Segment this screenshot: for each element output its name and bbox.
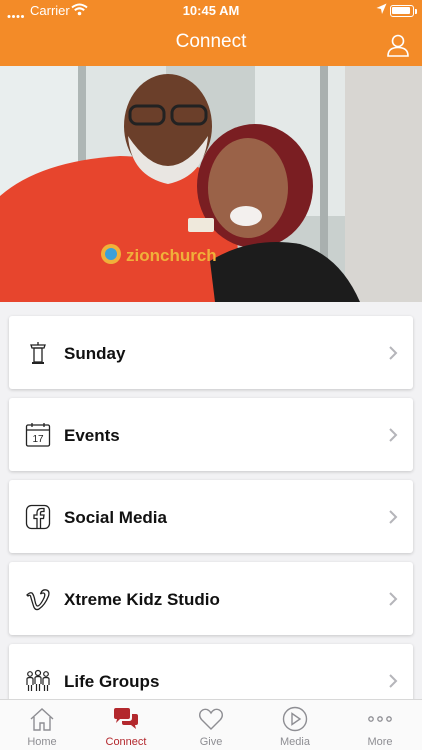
location-arrow-icon [376,3,387,18]
tab-label: Home [27,736,57,748]
chevron-right-icon [388,428,398,442]
menu-item-label: Xtreme Kidz Studio [64,590,220,609]
status-bar: Carrier 10:45 AM [0,0,422,22]
hero-logo-text: zionchurch [126,246,217,265]
home-icon [30,708,54,731]
chevron-right-icon [388,510,398,524]
tab-more[interactable]: More [338,700,422,750]
top-bar: Carrier 10:45 AM Connect [0,0,422,66]
tab-media[interactable]: Media [253,700,337,750]
menu-item-sunday[interactable]: Sunday [9,316,413,389]
more-dots-icon [368,716,392,722]
status-time: 10:45 AM [182,3,240,18]
battery-icon [390,5,414,17]
podium-icon [25,340,51,366]
chevron-right-icon [388,674,398,688]
heart-icon [199,708,223,730]
menu-item-label: Sunday [64,344,126,363]
chevron-right-icon [388,346,398,360]
menu-item-xtreme-kidz-studio[interactable]: Xtreme Kidz Studio [9,562,413,635]
calendar-day-text: 17 [32,434,44,445]
chat-bubbles-icon [114,708,138,729]
tab-home[interactable]: Home [0,700,84,750]
tab-connect[interactable]: Connect [84,700,168,750]
tab-label: Connect [105,736,147,748]
tab-label: Media [280,736,310,748]
menu-item-label: Life Groups [64,672,160,691]
people-group-icon [25,668,51,694]
play-circle-icon [282,706,308,732]
chevron-right-icon [388,592,398,606]
menu-item-label: Social Media [64,508,167,527]
hero-image: zionchurch [0,66,422,302]
battery-nub [415,9,417,14]
page-title: Connect [175,31,247,52]
connect-menu: Sunday 17 Events Social Media Xtreme Kid… [9,316,413,726]
menu-item-events[interactable]: 17 Events [9,398,413,471]
vimeo-icon [25,586,51,612]
menu-item-label: Events [64,426,120,445]
calendar-icon: 17 [25,422,51,448]
menu-item-social-media[interactable]: Social Media [9,480,413,553]
tab-bar: Home Connect Give Media More [0,699,422,750]
person-outline-icon[interactable] [386,33,410,57]
tab-label: Give [199,736,223,748]
tab-give[interactable]: Give [169,700,253,750]
facebook-icon [25,504,51,530]
tab-label: More [367,736,393,748]
